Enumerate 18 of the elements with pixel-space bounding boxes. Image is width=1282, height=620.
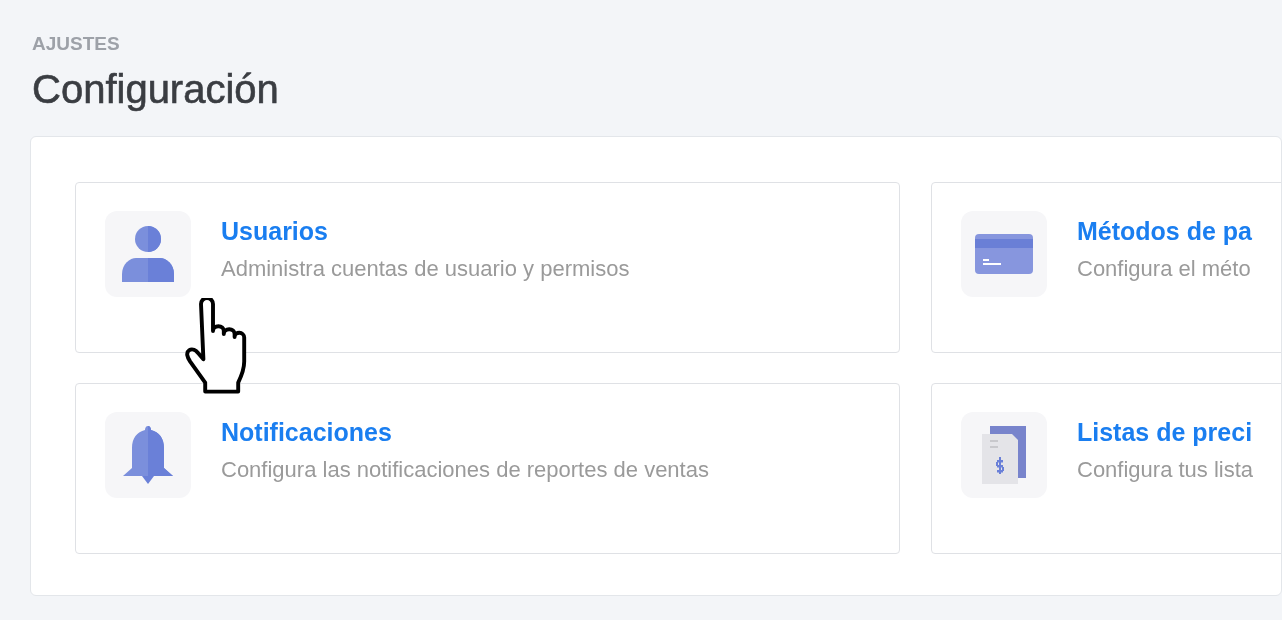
settings-card[interactable]: Notificaciones Configura las notificaciones de reportes de ventas xyxy=(75,383,900,554)
bell-icon xyxy=(123,426,173,484)
settings-card[interactable]: Métodos de pa Configura el méto xyxy=(931,182,1281,353)
card-title: Notificaciones xyxy=(221,418,393,447)
card-title: Listas de preci xyxy=(1077,418,1254,447)
credit-card-icon xyxy=(975,234,1033,274)
page-title: Configuración xyxy=(32,67,280,112)
card-title: Usuarios xyxy=(221,217,329,246)
card-description: Configura el méto xyxy=(1077,256,1252,282)
card-title: Métodos de pa xyxy=(1077,217,1252,246)
card-description: Configura tus lista xyxy=(1077,457,1254,483)
settings-card[interactable]: Usuarios Administra cuentas de usuario y permisos xyxy=(75,182,900,353)
breadcrumb: AJUSTES xyxy=(32,33,120,55)
card-description: Administra cuentas de usuario y permisos xyxy=(221,256,630,282)
card-description: Configura las notificaciones de reportes de ventas xyxy=(221,457,709,483)
user-icon xyxy=(122,226,174,282)
price-list-icon xyxy=(982,426,1026,484)
settings-card[interactable]: Listas de preci Configura tus lista xyxy=(931,383,1281,554)
